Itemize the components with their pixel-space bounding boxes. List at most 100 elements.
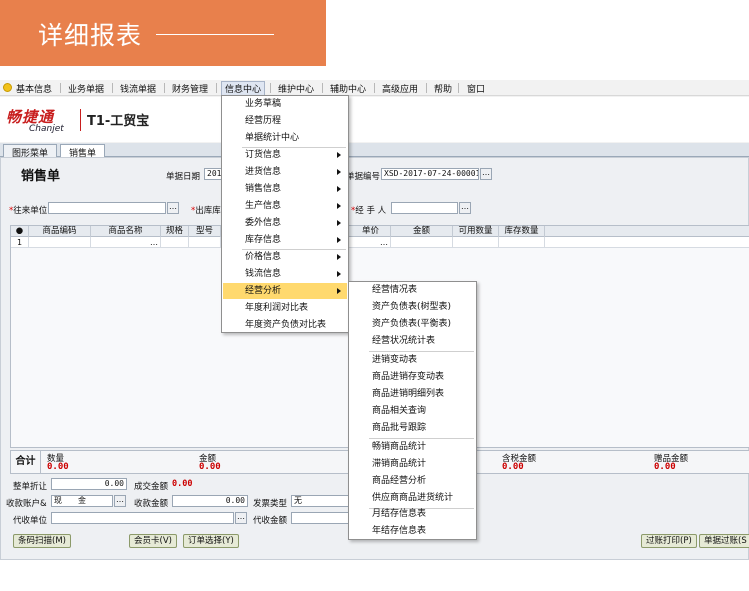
customer-picker-button[interactable]: … [167,202,179,214]
menu-item-purchase-info[interactable]: 进货信息 [223,164,347,180]
menu-business-docs[interactable]: 业务单据 [68,82,104,95]
submenu-item-monthly-balance[interactable]: 月结存信息表 [350,506,475,522]
banner-rule [156,34,274,35]
tab-sales-order[interactable]: 销售单 [60,144,106,159]
submenu-item-annual-balance[interactable]: 年结存信息表 [350,523,475,539]
discount-label: 整单折让 [13,482,48,492]
total-gift-value: 0.00 [654,462,676,472]
grid-header-price: 单价 [351,226,391,237]
customer-label: *往来单位 [9,206,48,216]
pay-account-label: 收款账户& [6,499,47,509]
menu-item-sales-info[interactable]: 销售信息 [223,181,347,197]
table-row[interactable]: 1 … … [11,237,749,248]
submenu-item-purchase-sales-change[interactable]: 进销变动表 [350,352,475,368]
customer-input[interactable] [48,202,166,214]
submenu-item-product-inventory-change[interactable]: 商品进销存变动表 [350,369,475,385]
menu-cashflow-docs[interactable]: 钱流单据 [120,82,156,95]
menu-separator [426,83,427,93]
member-card-button[interactable]: 会员卡(V) [129,534,177,548]
menu-help[interactable]: 帮助 [434,82,452,95]
submenu-item-balance-sheet[interactable]: 资产负债表(平衡表) [350,316,475,332]
pay-account-input[interactable]: 现 金 [51,495,113,507]
row-model-cell[interactable] [189,237,221,248]
menu-separator [374,83,375,93]
discount-input[interactable]: 0.00 [51,478,127,490]
submenu-item-product-query[interactable]: 商品相关查询 [350,403,475,419]
menu-basic-info[interactable]: 基本信息 [16,82,52,95]
menu-separator [216,83,217,93]
form-title: 销售单 [21,169,61,184]
menu-item-history[interactable]: 经营历程 [223,113,347,129]
menu-info-center[interactable]: 信息中心 [221,81,266,96]
menu-maintenance[interactable]: 维护中心 [278,82,314,95]
business-analysis-submenu: 经营情况表 资产负债表(树型表) 资产负债表(平衡表) 经营状况统计表 进销变动… [348,281,477,540]
post-print-button[interactable]: 过账打印(P) [641,534,697,548]
menu-item-annual-profit[interactable]: 年度利润对比表 [223,300,347,316]
menu-item-production-info[interactable]: 生产信息 [223,198,347,214]
barcode-scan-button[interactable]: 条码扫描(M) [13,534,71,548]
menu-item-inventory-info[interactable]: 库存信息 [223,232,347,248]
order-select-button[interactable]: 订单选择(Y) [183,534,239,548]
row-spec-cell[interactable] [161,237,189,248]
menu-item-draft[interactable]: 业务草稿 [223,96,347,112]
menu-separator [270,83,271,93]
menu-separator [164,83,165,93]
menu-item-stats-center[interactable]: 单据统计中心 [223,130,347,146]
received-label: 收款金额 [134,499,169,509]
row-available-cell [453,237,499,248]
submenu-item-slow-sellers[interactable]: 滞销商品统计 [350,456,475,472]
warehouse-label: *出库库 [191,206,221,216]
grid-header-stock: 库存数量 [499,226,545,237]
menu-item-outsource-info[interactable]: 委外信息 [223,215,347,231]
logo-divider [80,109,81,131]
grid-header-marker: ● [11,226,29,237]
agent-amount-input[interactable] [291,512,349,524]
submenu-arrow-icon [337,203,341,209]
menu-item-price-info[interactable]: 价格信息 [223,249,347,265]
submenu-item-batch-tracking[interactable]: 商品批号跟踪 [350,420,475,436]
submenu-arrow-icon [337,271,341,277]
submenu-item-business-status[interactable]: 经营情况表 [350,282,475,298]
received-input[interactable]: 0.00 [172,495,248,507]
menu-advanced[interactable]: 高级应用 [382,82,418,95]
post-button[interactable]: 单据过账(S [699,534,749,548]
logo-chanjet-en: Chanjet [29,124,64,134]
menu-assist[interactable]: 辅助中心 [330,82,366,95]
submenu-item-balance-tree[interactable]: 资产负债表(树型表) [350,299,475,315]
handler-picker-button[interactable]: … [459,202,471,214]
row-code-cell[interactable] [29,237,91,248]
menu-item-cashflow-info[interactable]: 钱流信息 [223,266,347,282]
handler-label: *经 手 人 [351,206,387,216]
pay-account-picker-button[interactable]: … [114,495,126,507]
docno-field[interactable]: XSD-2017-07-24-00001 [381,168,479,180]
menu-item-order-info[interactable]: 订货信息 [223,147,347,163]
submenu-arrow-icon [337,169,341,175]
menu-item-annual-balance[interactable]: 年度资产负债对比表 [223,317,347,333]
smiley-icon [3,83,12,92]
menu-window[interactable]: 窗口 [467,82,485,95]
docno-picker-button[interactable]: … [480,168,492,180]
total-qty-value: 0.00 [47,462,69,472]
agent-unit-input[interactable] [51,512,234,524]
grid-header-code: 商品编码 [29,226,91,237]
row-price-picker[interactable]: … [351,237,391,248]
submenu-arrow-icon [337,220,341,226]
submenu-item-product-analysis[interactable]: 商品经营分析 [350,473,475,489]
submenu-item-supplier-stats[interactable]: 供应商商品进货统计 [350,490,475,506]
row-amount-cell[interactable] [391,237,453,248]
row-stock-cell [499,237,545,248]
row-name-picker[interactable]: … [91,237,161,248]
docno-label: 单据编号 [346,172,381,182]
menu-item-business-analysis[interactable]: 经营分析 [223,283,347,299]
submenu-item-product-detail-list[interactable]: 商品进销明细列表 [350,386,475,402]
grid-header-name: 商品名称 [91,226,161,237]
tab-graphic-menu[interactable]: 图形菜单 [3,144,58,159]
handler-input[interactable] [391,202,458,214]
grid-header-amount: 金额 [391,226,453,237]
invoice-type-select[interactable]: 无 [291,495,349,507]
submenu-item-status-stats[interactable]: 经营状况统计表 [350,333,475,349]
agent-unit-picker-button[interactable]: … [235,512,247,524]
banner-title: 详细报表 [38,21,143,50]
submenu-item-best-sellers[interactable]: 畅销商品统计 [350,439,475,455]
menu-finance[interactable]: 财务管理 [172,82,208,95]
